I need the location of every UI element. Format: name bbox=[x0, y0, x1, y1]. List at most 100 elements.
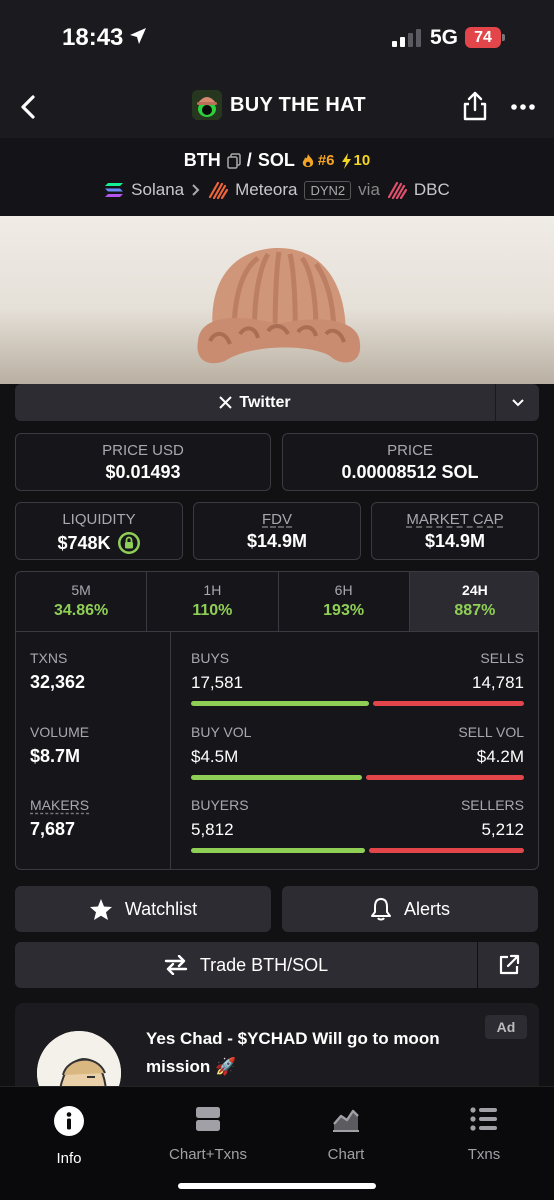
share-icon[interactable] bbox=[460, 90, 490, 122]
launchpad-name[interactable]: DBC bbox=[414, 180, 450, 200]
token-banner-image bbox=[0, 216, 554, 384]
star-icon bbox=[89, 898, 112, 920]
tab-change: 887% bbox=[454, 602, 496, 619]
buys-value: 17,581 bbox=[191, 673, 243, 692]
location-arrow-icon bbox=[130, 28, 146, 44]
buys-bar bbox=[191, 701, 369, 706]
volume-stat: VOLUME $8.7M bbox=[30, 724, 89, 767]
buys-sells-bar bbox=[191, 701, 524, 706]
dex-version-badge: DYN2 bbox=[304, 180, 352, 200]
status-time: 18:43 bbox=[62, 24, 124, 51]
tab-5m[interactable]: 5M 34.86% bbox=[16, 572, 148, 631]
fdv-value: $14.9M bbox=[246, 531, 308, 551]
alerts-label: Alerts bbox=[403, 898, 450, 919]
pair-separator: / bbox=[246, 150, 252, 170]
market-cap-label[interactable]: MARKET CAP bbox=[406, 511, 503, 528]
base-symbol: BTH bbox=[183, 150, 221, 170]
status-bar: 18:43 5G 74 bbox=[0, 0, 554, 76]
timeframe-tabs: 5M 34.86% 1H 110% 6H 193% 24H 887% bbox=[16, 572, 538, 632]
watchlist-button[interactable]: Watchlist bbox=[15, 886, 271, 932]
x-logo-icon bbox=[219, 396, 233, 409]
liquidity-card: LIQUIDITY $748K bbox=[15, 502, 183, 560]
chain-name[interactable]: Solana bbox=[131, 180, 184, 200]
tab-1h[interactable]: 1H 110% bbox=[147, 572, 279, 631]
pair-header: BTH / SOL #6 10 Solana Meteora DYN2 via … bbox=[0, 138, 554, 216]
liquidity-value: $748K bbox=[57, 532, 111, 553]
tab-txns-label: Txns bbox=[467, 1146, 501, 1163]
tab-chart-txns[interactable]: Chart+Txns bbox=[153, 1105, 263, 1163]
area-chart-icon bbox=[333, 1109, 359, 1132]
ad-badge: Ad bbox=[485, 1015, 527, 1039]
sells-value: 14,781 bbox=[472, 673, 524, 692]
makers-label[interactable]: MAKERS bbox=[30, 797, 89, 813]
dex-name[interactable]: Meteora bbox=[235, 180, 297, 200]
volume-value: $8.7M bbox=[30, 746, 81, 766]
copy-icon[interactable] bbox=[227, 152, 241, 169]
meteora-logo-icon bbox=[209, 181, 229, 199]
volume-ratio: BUY VOL SELL VOL $4.5M $4.2M bbox=[191, 724, 524, 780]
solana-logo-icon bbox=[105, 183, 124, 197]
lightning-icon bbox=[341, 152, 351, 169]
tab-info[interactable]: Info bbox=[14, 1105, 124, 1167]
more-options-icon[interactable] bbox=[510, 98, 536, 116]
tab-chart[interactable]: Chart bbox=[291, 1105, 401, 1163]
dbc-logo-icon bbox=[387, 181, 407, 199]
buy-vol-value: $4.5M bbox=[191, 747, 239, 766]
sell-vol-value: $4.2M bbox=[476, 747, 524, 766]
home-indicator bbox=[178, 1183, 376, 1189]
tab-24h[interactable]: 24H 887% bbox=[409, 572, 538, 631]
sell-vol-label: SELL VOL bbox=[458, 724, 524, 740]
external-link-icon bbox=[499, 954, 519, 975]
boost-value: 10 bbox=[353, 152, 371, 169]
sells-bar bbox=[373, 701, 524, 706]
fire-icon bbox=[302, 153, 313, 167]
swap-arrows-icon bbox=[164, 955, 188, 975]
sell-vol-bar bbox=[366, 775, 524, 780]
makers-stat: MAKERS 7,687 bbox=[30, 797, 89, 840]
twitter-button[interactable]: Twitter bbox=[15, 384, 495, 421]
network-label: 5G bbox=[430, 26, 459, 49]
fdv-label[interactable]: FDV bbox=[262, 511, 292, 528]
tab-info-label: Info bbox=[56, 1150, 82, 1167]
tab-chart-txns-label: Chart+Txns bbox=[169, 1146, 247, 1163]
tab-6h[interactable]: 6H 193% bbox=[279, 572, 410, 631]
buy-vol-bar bbox=[191, 775, 362, 780]
boost-count[interactable]: 10 bbox=[341, 152, 371, 169]
buyers-bar bbox=[191, 848, 365, 853]
buys-label: BUYS bbox=[191, 650, 230, 666]
external-link-button[interactable] bbox=[478, 942, 539, 988]
trending-rank[interactable]: #6 bbox=[301, 152, 335, 169]
sells-label: SELLS bbox=[480, 650, 524, 666]
social-dropdown-button[interactable] bbox=[495, 384, 539, 421]
txns-stat: TXNS 32,362 bbox=[30, 650, 85, 693]
price-native-value: 0.00008512 SOL bbox=[341, 462, 479, 482]
trade-button[interactable]: Trade BTH/SOL bbox=[15, 942, 477, 988]
bell-icon bbox=[370, 898, 391, 921]
split-view-icon bbox=[196, 1107, 220, 1131]
stats-panel: 5M 34.86% 1H 110% 6H 193% 24H 887% TXNS … bbox=[15, 571, 539, 870]
buyers-sellers-bar bbox=[191, 848, 524, 853]
tab-change: 110% bbox=[192, 602, 233, 619]
lock-icon[interactable] bbox=[117, 531, 141, 555]
back-arrow-icon[interactable] bbox=[14, 92, 44, 122]
twitter-label: Twitter bbox=[239, 393, 291, 411]
alerts-button[interactable]: Alerts bbox=[282, 886, 538, 932]
volume-bar bbox=[191, 775, 524, 780]
txns-label: TXNS bbox=[30, 650, 68, 666]
makers-value: 7,687 bbox=[30, 819, 76, 839]
tab-txns[interactable]: Txns bbox=[429, 1105, 539, 1163]
price-native-card: PRICE 0.00008512 SOL bbox=[282, 433, 538, 491]
trade-label: Trade BTH/SOL bbox=[199, 954, 329, 975]
social-links-bar: Twitter bbox=[15, 384, 539, 421]
hat-token-logo-icon bbox=[192, 90, 222, 120]
txns-value: 32,362 bbox=[30, 672, 86, 692]
fdv-card: FDV $14.9M bbox=[193, 502, 361, 560]
tab-label: 6H bbox=[334, 582, 353, 598]
buys-sells-ratio: BUYS SELLS 17,581 14,781 bbox=[191, 650, 524, 706]
ad-text: Yes Chad - $YCHAD Will go to moon missio… bbox=[146, 1029, 440, 1076]
tab-chart-label: Chart bbox=[327, 1146, 365, 1163]
watchlist-label: Watchlist bbox=[124, 898, 198, 919]
stats-summary: TXNS 32,362 VOLUME $8.7M MAKERS 7,687 bbox=[16, 632, 171, 869]
price-usd-value: $0.01493 bbox=[105, 462, 181, 482]
chevron-right-icon bbox=[192, 184, 200, 196]
